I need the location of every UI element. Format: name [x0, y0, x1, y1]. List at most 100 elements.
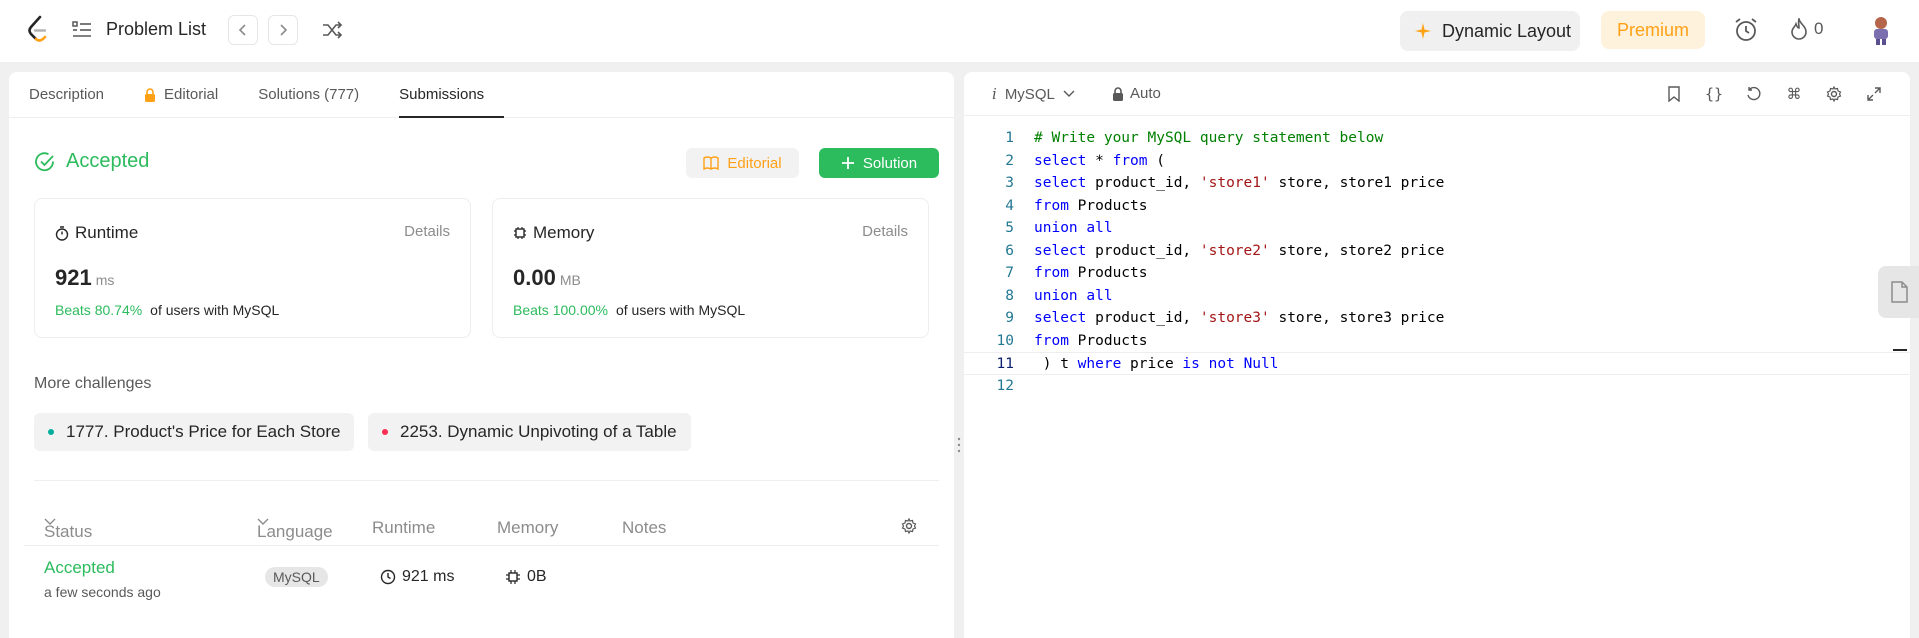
table-settings-button[interactable] [901, 518, 917, 534]
format-code-button[interactable]: {} [1704, 84, 1724, 104]
code-line[interactable]: 4 from Products [964, 195, 1910, 218]
language-select-value: MySQL [1004, 85, 1055, 103]
code-line[interactable]: 6 select product_id, 'store2' store, stor… [964, 240, 1910, 263]
submission-language-badge: MySQL [265, 567, 328, 587]
difficulty-dot [48, 429, 54, 435]
bookmark-button[interactable] [1664, 84, 1684, 104]
editor-settings-button[interactable] [1824, 84, 1844, 104]
code-line[interactable]: 7 from Products [964, 262, 1910, 285]
dynamic-layout-button[interactable]: Dynamic Layout [1400, 11, 1580, 51]
line-number: 12 [996, 377, 1014, 394]
code-editor[interactable]: 1 # Write your MySQL query statement belo… [964, 127, 1910, 397]
premium-button[interactable]: Premium [1601, 11, 1705, 49]
gear-icon [1826, 86, 1842, 102]
panel-resize-handle[interactable] [957, 436, 961, 454]
shortcuts-button[interactable]: ⌘ [1784, 84, 1804, 104]
tab-label: Solutions (777) [258, 86, 360, 103]
code-line[interactable]: 9 select product_id, 'store3' store, stor… [964, 307, 1910, 330]
code-line[interactable]: 10 from Products [964, 330, 1910, 353]
code-line[interactable]: 11 ) t where price is not Null [964, 352, 1910, 375]
line-number: 8 [1005, 287, 1014, 304]
code-line[interactable]: 5 union all [964, 217, 1910, 240]
runtime-details-link[interactable]: Details [404, 223, 450, 240]
code-line[interactable]: 3 select product_id, 'store1' store, stor… [964, 172, 1910, 195]
memory-beats-suffix: of users with MySQL [615, 302, 746, 318]
code-text: # Write your MySQL query statement below [1034, 130, 1384, 146]
braces-icon: {} [1704, 85, 1724, 103]
check-circle-icon [35, 151, 54, 171]
submission-runtime-value: 921 ms [402, 568, 455, 585]
challenge-chip-2253[interactable]: 2253. Dynamic Unpivoting of a Table [368, 413, 691, 451]
code-line[interactable]: 8 union all [964, 285, 1910, 308]
leetcode-logo[interactable] [26, 15, 50, 45]
language-column-header[interactable]: Language [257, 518, 333, 541]
autocomplete-toggle[interactable]: Auto [1112, 85, 1161, 102]
info-icon: i [992, 85, 997, 103]
next-problem-button[interactable] [268, 15, 298, 45]
status-column-header[interactable]: Status [44, 518, 92, 541]
memory-card: Memory Details 0.00 MB Beats 100.00% of us… [492, 198, 929, 338]
submission-memory-value: 0B [527, 568, 547, 585]
submission-runtime: 921 ms [380, 568, 454, 586]
reset-code-button[interactable] [1744, 84, 1764, 104]
runtime-beats: Beats 80.74% of users with MySQL [55, 302, 279, 318]
code-text: union all [1034, 287, 1113, 304]
memory-value-row: 0.00 MB [513, 265, 581, 291]
chevron-right-icon [280, 24, 288, 36]
code-line[interactable]: 2 select * from ( [964, 150, 1910, 173]
fire-icon [1791, 18, 1807, 40]
alarm-clock-icon[interactable] [1732, 16, 1760, 44]
code-line[interactable]: 12 [964, 375, 1910, 398]
tab-label: Submissions [399, 86, 485, 103]
shuffle-icon[interactable] [320, 18, 344, 42]
tab-editorial[interactable]: Editorial [144, 72, 238, 117]
submission-time: a few seconds ago [44, 584, 161, 600]
tab-solutions[interactable]: Solutions (777) [258, 72, 379, 117]
tab-description[interactable]: Description [29, 72, 124, 117]
memory-details-link[interactable]: Details [862, 223, 908, 240]
runtime-value: 921 [55, 265, 92, 290]
line-number: 3 [1005, 175, 1014, 191]
list-icon [72, 20, 91, 37]
plus-icon [841, 157, 854, 169]
chip-icon [506, 570, 520, 584]
language-select[interactable]: i MySQL [992, 85, 1075, 103]
code-line[interactable]: 1 # Write your MySQL query statement belo… [964, 127, 1910, 150]
editorial-button[interactable]: Editorial [686, 148, 799, 178]
prev-problem-button[interactable] [228, 15, 258, 45]
line-number: 9 [1005, 310, 1014, 326]
user-avatar[interactable] [1866, 14, 1896, 46]
submission-status[interactable]: Accepted [44, 558, 115, 578]
top-nav-bar: Problem List Dynamic Layout Premium 0 [0, 0, 1919, 62]
memory-unit: MB [559, 272, 581, 288]
chip-icon [514, 227, 526, 239]
header-label: Language [257, 522, 333, 541]
line-number: 1 [1005, 130, 1014, 146]
difficulty-dot [382, 429, 388, 435]
memory-title: Memory [533, 223, 595, 242]
line-number: 6 [1005, 242, 1014, 259]
line-number: 2 [1005, 152, 1014, 169]
left-panel: Description Editorial Solutions (777) Su… [9, 72, 954, 638]
challenge-chip-1777[interactable]: 1777. Product's Price for Each Store [34, 413, 355, 451]
problem-list-link[interactable]: Problem List [72, 19, 206, 40]
bookmark-icon [1668, 86, 1680, 102]
submissions-table-header: Status Language Runtime Memory Notes [24, 514, 939, 544]
divider [24, 545, 939, 546]
more-challenges-title: More challenges [34, 375, 152, 392]
fullscreen-button[interactable] [1864, 84, 1884, 104]
scrollbar-marker [1893, 349, 1907, 351]
editorial-button-label: Editorial [727, 154, 782, 172]
tab-label: Description [29, 86, 105, 103]
problem-tabs: Description Editorial Solutions (777) Su… [9, 72, 954, 118]
tab-submissions[interactable]: Submissions [399, 72, 505, 118]
clock-icon [380, 569, 396, 585]
table-row[interactable]: Accepted a few seconds ago MySQL 921 ms … [24, 554, 939, 614]
streak-counter[interactable]: 0 [1790, 18, 1823, 40]
runtime-value-row: 921 ms [55, 265, 114, 291]
code-text: select * from ( [1034, 152, 1165, 169]
code-text: ) t where price is not Null [1034, 356, 1279, 372]
solution-button[interactable]: Solution [819, 148, 939, 178]
runtime-column-header: Runtime [372, 518, 436, 537]
notes-side-button[interactable] [1878, 266, 1919, 318]
